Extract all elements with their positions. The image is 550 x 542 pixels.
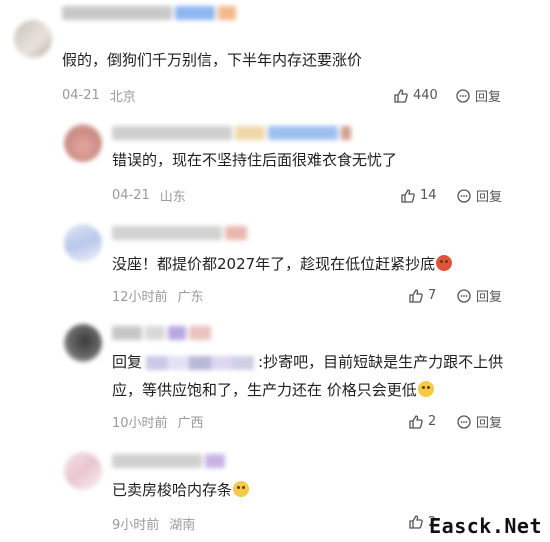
reply-button[interactable]: 回复 [455, 86, 501, 105]
comment-location: 湖南 [169, 518, 196, 533]
reply-button[interactable]: 回复 [456, 412, 502, 431]
reply-label: 回复 [475, 90, 502, 105]
comment-actions: 440 回复 [393, 86, 501, 105]
avatar[interactable] [64, 224, 102, 262]
avatar[interactable] [64, 452, 102, 490]
comment-text: 假的，倒狗们千万别信，下半年内存还要涨价 [62, 51, 363, 69]
thumbs-up-icon [400, 188, 416, 204]
comment-actions: 2 回复 [408, 412, 502, 431]
thumbs-up-icon [408, 414, 424, 430]
comment-meta: 04-21 山东 [112, 186, 186, 205]
reply-label: 回复 [476, 190, 503, 205]
comment-location: 广西 [177, 416, 204, 431]
watermark: Easck.Net [429, 514, 542, 538]
username-blurred[interactable] [62, 6, 236, 20]
comment-text-line2: 应，等供应饱和了，生产力还在 价格只会更低 [112, 381, 417, 399]
reply-button[interactable]: 回复 [456, 186, 502, 205]
reply-label: 回复 [476, 290, 503, 305]
avatar[interactable] [64, 324, 102, 362]
comment-date: 10小时前 [112, 416, 168, 431]
comment-text-body: 没座！都提价都2027年了，趁现在低位赶紧抄底 [112, 255, 436, 273]
comment-meta: 12小时前 广东 [112, 286, 204, 305]
comment-meta: 10小时前 广西 [112, 412, 204, 431]
like-count: 440 [413, 88, 438, 103]
emoji-icon [436, 255, 453, 271]
like-button[interactable]: 440 [393, 88, 455, 104]
emoji-icon [417, 381, 434, 397]
comment-bubble-icon [456, 288, 472, 304]
reply-button[interactable]: 回复 [456, 286, 502, 305]
reply-prefix: 回复 [112, 353, 143, 371]
comment-meta: 9小时前 湖南 [112, 514, 195, 533]
comment-text: 已卖房梭哈内存条 [112, 476, 250, 504]
comment-text: 错误的，现在不坚持住后面很难衣食无忧了 [112, 151, 398, 169]
comment-text-body: 已卖房梭哈内存条 [112, 481, 233, 499]
thumbs-up-icon [408, 514, 424, 530]
comment-bubble-icon [456, 188, 472, 204]
like-count: 2 [428, 414, 437, 429]
comment-text: 没座！都提价都2027年了，趁现在低位赶紧抄底 [112, 250, 453, 278]
avatar[interactable] [14, 20, 52, 58]
thumbs-up-icon [393, 88, 409, 104]
like-button[interactable]: 7 [408, 288, 456, 304]
comment-actions: 14 回复 [400, 186, 502, 205]
comment-location: 广东 [177, 290, 204, 305]
like-count: 7 [428, 288, 437, 303]
comment-text-line1: :抄寄吧，目前短缺是生产力跟不上供 [258, 353, 504, 371]
avatar[interactable] [64, 124, 102, 162]
comment-bubble-icon [456, 414, 472, 430]
comment-date: 04-21 [112, 188, 150, 203]
comment-date: 12小时前 [112, 290, 168, 305]
username-blurred[interactable] [112, 454, 225, 468]
like-button[interactable]: 2 [408, 414, 456, 430]
username-blurred[interactable] [112, 126, 351, 140]
comment-location: 北京 [109, 90, 136, 105]
emoji-icon [233, 481, 250, 497]
comment-bubble-icon [455, 88, 471, 104]
like-button[interactable]: 14 [400, 188, 456, 204]
like-count: 14 [420, 188, 437, 203]
thumbs-up-icon [408, 288, 424, 304]
comment-meta: 04-21 北京 [62, 86, 136, 105]
comment-text: 回复 :抄寄吧，目前短缺是生产力跟不上供 应，等供应饱和了，生产力还在 价格只会更… [112, 348, 542, 404]
comment-location: 山东 [159, 190, 186, 205]
reply-label: 回复 [476, 416, 503, 431]
mention-blurred[interactable] [146, 355, 255, 370]
comment-actions: 7 回复 [408, 286, 502, 305]
comment-text-line: 回复 :抄寄吧，目前短缺是生产力跟不上供 [112, 348, 542, 376]
comment-date: 04-21 [62, 88, 100, 103]
username-blurred[interactable] [112, 326, 211, 340]
comment-text-line: 应，等供应饱和了，生产力还在 价格只会更低 [112, 376, 542, 404]
comment-date: 9小时前 [112, 518, 160, 533]
username-blurred[interactable] [112, 226, 247, 240]
